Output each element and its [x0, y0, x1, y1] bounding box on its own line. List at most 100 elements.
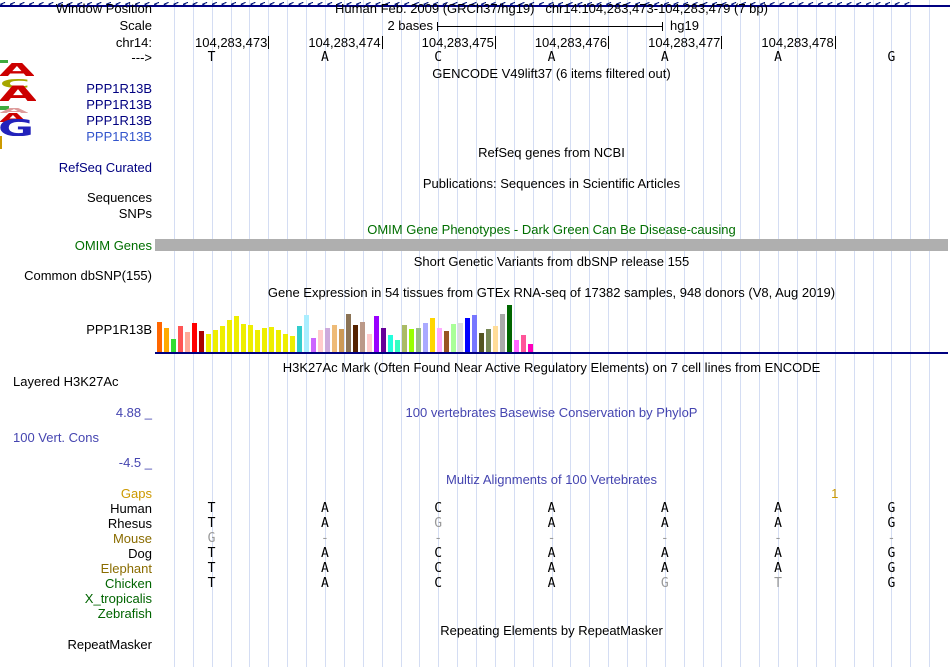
gtex-expression-bar[interactable]: [220, 326, 225, 352]
track-label-gtex-gene[interactable]: PPP1R13B: [86, 323, 152, 336]
gtex-expression-bar[interactable]: [339, 329, 344, 352]
gtex-expression-bar[interactable]: [458, 323, 463, 352]
track-label-snps[interactable]: SNPs: [119, 207, 152, 220]
gtex-expression-bar[interactable]: [304, 315, 309, 352]
track-label-sequences[interactable]: Sequences: [87, 191, 152, 204]
gtex-expression-bar[interactable]: [227, 320, 232, 352]
track-label-phylop[interactable]: 100 Vert. Cons: [13, 431, 99, 444]
gtex-expression-bar[interactable]: [423, 323, 428, 352]
alignment-base: A: [320, 546, 329, 561]
gtex-expression-bar[interactable]: [178, 326, 183, 352]
gtex-expression-bar[interactable]: [374, 316, 379, 352]
gtex-expression-bar[interactable]: [185, 332, 190, 352]
gtex-expression-bar[interactable]: [514, 340, 519, 352]
gtex-baseline: [155, 352, 948, 354]
track-label-gencode-item[interactable]: PPP1R13B: [86, 82, 152, 95]
gtex-expression-bar[interactable]: [311, 338, 316, 352]
gtex-expression-bar[interactable]: [388, 335, 393, 352]
base-letter: C: [434, 50, 443, 65]
conservation-logo-letter[interactable]: G: [0, 115, 34, 141]
gtex-expression-bar[interactable]: [402, 325, 407, 352]
grid-guideline: [872, 0, 874, 667]
gtex-expression-bar[interactable]: [269, 327, 274, 352]
alignment-base: A: [660, 501, 669, 516]
grid-guideline: [929, 0, 931, 667]
species-label[interactable]: Elephant: [101, 562, 152, 575]
gtex-expression-bar[interactable]: [381, 328, 386, 352]
track-label-h3k27ac[interactable]: Layered H3K27Ac: [13, 375, 119, 388]
gtex-expression-bar[interactable]: [367, 334, 372, 352]
gtex-expression-bar[interactable]: [451, 324, 456, 352]
species-label[interactable]: Zebrafish: [98, 607, 152, 620]
gtex-expression-bar[interactable]: [157, 322, 162, 352]
gtex-expression-bar[interactable]: [360, 322, 365, 352]
gtex-expression-bar[interactable]: [430, 318, 435, 352]
gtex-expression-bar[interactable]: [234, 316, 239, 352]
gtex-expression-bar[interactable]: [437, 328, 442, 352]
gtex-expression-bar[interactable]: [213, 330, 218, 352]
gtex-expression-bar[interactable]: [409, 329, 414, 352]
gtex-expression-bar[interactable]: [493, 326, 498, 352]
gtex-expression-bar[interactable]: [416, 328, 421, 352]
track-label-repeatmasker[interactable]: RepeatMasker: [67, 638, 152, 651]
alignment-base: G: [434, 516, 443, 531]
gtex-expression-bar[interactable]: [255, 330, 260, 352]
gtex-expression-bar[interactable]: [346, 314, 351, 352]
track-label-scale[interactable]: Scale: [119, 19, 152, 32]
conservation-logo-letter[interactable]: A: [0, 60, 35, 81]
gtex-expression-bar[interactable]: [164, 328, 169, 352]
gtex-expression-bar[interactable]: [507, 305, 512, 352]
species-label[interactable]: Gaps: [121, 487, 152, 500]
base-letter: A: [547, 50, 556, 65]
omim-gene-item[interactable]: [155, 239, 948, 251]
species-label[interactable]: X_tropicalis: [85, 592, 152, 605]
conservation-logo-letter[interactable]: C: [0, 76, 30, 91]
gtex-expression-bar[interactable]: [290, 336, 295, 352]
conservation-logo-letter[interactable]: A: [0, 101, 30, 115]
strand-direction-label[interactable]: --->: [131, 51, 152, 64]
gtex-expression-bar[interactable]: [444, 331, 449, 352]
conservation-logo-letter[interactable]: A: [0, 110, 27, 125]
gtex-expression-bar[interactable]: [297, 326, 302, 352]
gtex-expression-bar[interactable]: [465, 318, 470, 352]
track-label-omim-genes[interactable]: OMIM Genes: [75, 239, 152, 252]
gtex-expression-bar[interactable]: [325, 328, 330, 352]
gtex-expression-bar[interactable]: [262, 328, 267, 352]
track-label-refseq-curated[interactable]: RefSeq Curated: [59, 161, 152, 174]
ruler-tick: [721, 36, 723, 49]
gtex-expression-bar[interactable]: [276, 330, 281, 352]
gtex-expression-bar[interactable]: [318, 330, 323, 352]
gtex-expression-bar[interactable]: [241, 324, 246, 352]
species-label[interactable]: Chicken: [105, 577, 152, 590]
track-label-window-position[interactable]: Window Position: [56, 2, 152, 15]
species-label[interactable]: Rhesus: [108, 517, 152, 530]
conservation-logo-letter[interactable]: A: [0, 81, 38, 106]
gtex-expression-bar[interactable]: [395, 340, 400, 352]
species-label[interactable]: Mouse: [113, 532, 152, 545]
gtex-expression-bar[interactable]: [199, 331, 204, 352]
species-label[interactable]: Human: [110, 502, 152, 515]
gtex-expression-bar[interactable]: [206, 334, 211, 352]
gtex-expression-bar[interactable]: [192, 323, 197, 352]
gtex-expression-bar[interactable]: [283, 334, 288, 352]
track-label-gencode-item[interactable]: PPP1R13B: [86, 130, 152, 143]
track-label-gencode-item[interactable]: PPP1R13B: [86, 98, 152, 111]
gtex-expression-bar[interactable]: [353, 325, 358, 352]
species-label[interactable]: Dog: [128, 547, 152, 560]
track-label-common-dbsnp[interactable]: Common dbSNP(155): [24, 269, 152, 282]
grid-guideline: [645, 0, 647, 667]
gtex-expression-bar[interactable]: [171, 339, 176, 352]
gtex-expression-bar[interactable]: [472, 315, 477, 352]
alignment-base: G: [887, 561, 896, 576]
gtex-expression-bar[interactable]: [479, 333, 484, 352]
gtex-expression-bar[interactable]: [521, 335, 526, 352]
gtex-expression-bar[interactable]: [486, 329, 491, 352]
gtex-expression-bar[interactable]: [248, 325, 253, 352]
gtex-expression-bar[interactable]: [500, 314, 505, 352]
gtex-expression-bar[interactable]: [528, 344, 533, 352]
alignment-base: -: [320, 531, 329, 546]
track-label-gencode-item[interactable]: PPP1R13B: [86, 114, 152, 127]
alignment-base: A: [547, 501, 556, 516]
gtex-expression-bar[interactable]: [332, 325, 337, 352]
grid-guideline: [589, 0, 591, 667]
